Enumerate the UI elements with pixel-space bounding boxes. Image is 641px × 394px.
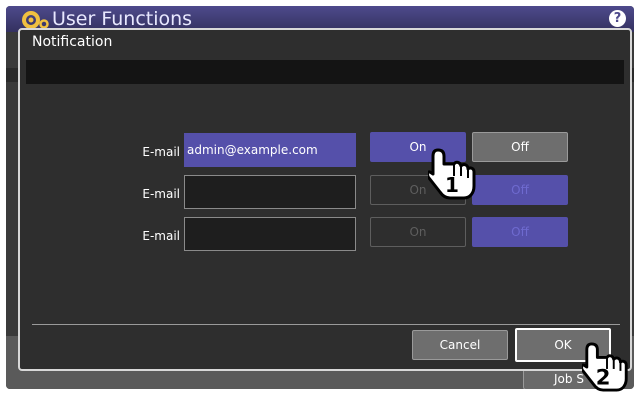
email-label: E-mail (142, 145, 180, 159)
dialog-message-bar (26, 60, 624, 84)
off-button[interactable]: Off (472, 132, 568, 162)
pointing-hand-icon: 1 (428, 148, 476, 200)
email-field[interactable] (184, 217, 356, 251)
email-field[interactable]: admin@example.com (184, 133, 356, 167)
dialog-title: Notification (32, 34, 113, 50)
off-button: Off (472, 217, 568, 247)
email-label: E-mail (142, 187, 180, 201)
step-number: 2 (596, 364, 611, 389)
cancel-button[interactable]: Cancel (412, 330, 508, 360)
off-button: Off (472, 175, 568, 205)
app-title: User Functions (52, 8, 193, 30)
notification-dialog: Notification E-mail admin@example.com On… (18, 28, 632, 371)
step-number: 1 (445, 173, 459, 197)
email-field[interactable] (184, 175, 356, 209)
help-icon[interactable]: ? (609, 10, 626, 27)
pointing-hand-icon: 2 (582, 342, 628, 392)
on-button: On (370, 217, 466, 247)
dialog-separator (32, 324, 620, 325)
email-label: E-mail (142, 229, 180, 243)
